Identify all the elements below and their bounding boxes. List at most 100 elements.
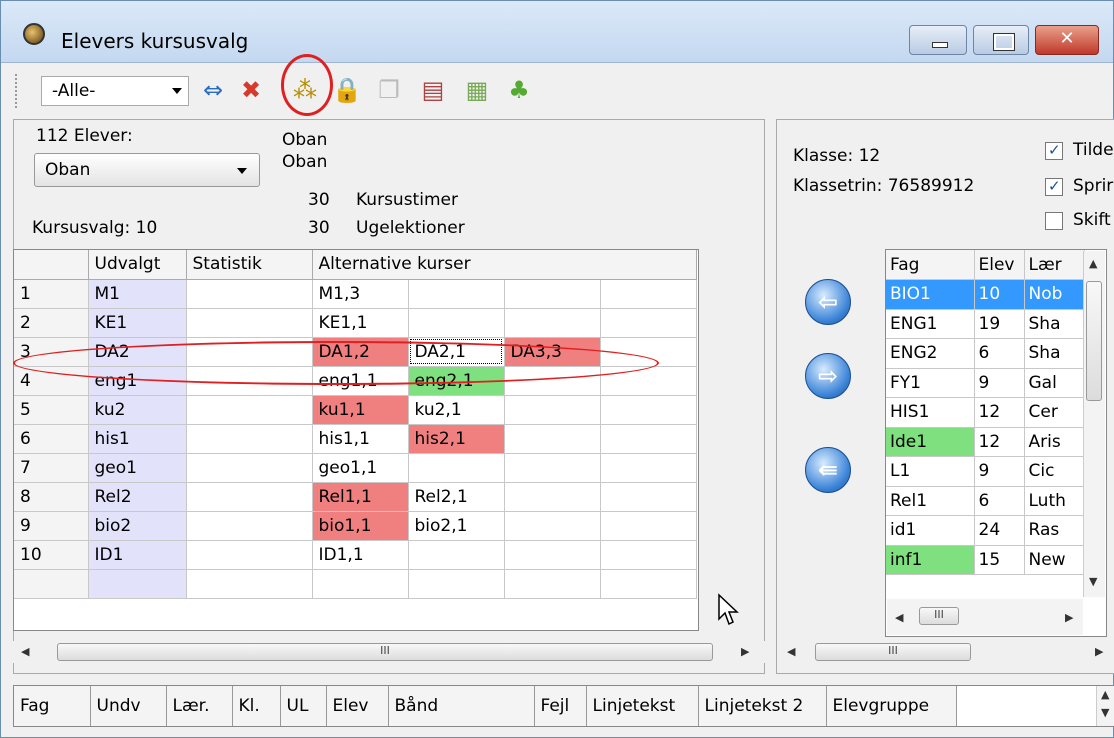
scroll-right-icon[interactable]: ▶	[1065, 611, 1073, 624]
alternative-course-cell[interactable]	[504, 424, 601, 454]
table-row[interactable]: 7 geo1 geo1,1	[14, 453, 697, 483]
subject-vertical-scrollbar[interactable]: ▲ ▼	[1083, 251, 1105, 597]
statistik-cell[interactable]	[186, 453, 313, 483]
list-item[interactable]: FY1 9 Gal	[886, 368, 1085, 398]
subject-elev-cell[interactable]: 10	[974, 279, 1025, 310]
scroll-thumb[interactable]: III	[919, 607, 959, 625]
alternative-course-cell[interactable]	[600, 424, 697, 454]
delete-icon[interactable]: ✖	[235, 74, 267, 106]
selected-course-cell[interactable]: M1	[88, 279, 187, 309]
scroll-thumb[interactable]: III	[57, 643, 713, 661]
alternative-course-cell[interactable]: ku2,1	[408, 395, 505, 425]
minimize-button[interactable]	[909, 25, 967, 55]
statistik-cell[interactable]	[186, 482, 313, 512]
selected-course-cell[interactable]: ID1	[88, 540, 187, 570]
student-select[interactable]: Oban	[34, 153, 260, 187]
checkbox-tilde[interactable]	[1045, 141, 1063, 160]
alternative-course-cell[interactable]	[600, 540, 697, 570]
list-item[interactable]: id1 24 Ras	[886, 515, 1085, 546]
subject-fag-cell[interactable]: id1	[886, 515, 975, 546]
column-header[interactable]: Statistik	[186, 250, 313, 280]
row-number[interactable]: 9	[14, 511, 89, 541]
move-left-button[interactable]: ⇦	[805, 279, 851, 325]
alternative-course-cell[interactable]: geo1,1	[312, 453, 409, 483]
table-row[interactable]: 2 KE1 KE1,1	[14, 308, 697, 338]
subject-fag-cell[interactable]: Ide1	[886, 427, 975, 457]
selected-course-cell[interactable]: bio2	[88, 511, 187, 541]
scroll-down-icon[interactable]: ▼	[1089, 575, 1097, 588]
column-header[interactable]: Bånd	[388, 686, 535, 726]
alternative-course-cell[interactable]: Rel1,1	[312, 482, 409, 512]
table-row[interactable]: 10 ID1 ID1,1	[14, 540, 697, 570]
grid-icon[interactable]: ▦	[461, 74, 493, 106]
close-button[interactable]: ✕	[1035, 25, 1099, 55]
filter-select[interactable]: -Alle-	[41, 76, 189, 106]
selected-course-cell[interactable]: ku2	[88, 395, 187, 425]
row-number[interactable]: 7	[14, 453, 89, 483]
subject-elev-cell[interactable]: 12	[974, 397, 1025, 428]
alternative-course-cell[interactable]: bio1,1	[312, 511, 409, 541]
selected-course-cell[interactable]: geo1	[88, 453, 187, 483]
maximize-button[interactable]	[973, 25, 1029, 55]
alternative-course-cell[interactable]	[408, 540, 505, 570]
subject-laer-cell[interactable]: Nob	[1024, 279, 1085, 310]
row-number[interactable]: 10	[14, 540, 89, 570]
selected-course-cell[interactable]: KE1	[88, 308, 187, 338]
alternative-course-cell[interactable]: his1,1	[312, 424, 409, 454]
alternative-course-cell[interactable]: M1,3	[312, 279, 409, 309]
list-item[interactable]: BIO1 10 Nob	[886, 279, 1085, 310]
filter-icon[interactable]: ▤	[417, 74, 449, 106]
alternative-course-cell[interactable]	[600, 569, 697, 599]
list-item[interactable]: HIS1 12 Cer	[886, 397, 1085, 428]
subject-elev-cell[interactable]: 12	[974, 427, 1025, 457]
subject-fag-cell[interactable]: L1	[886, 456, 975, 487]
column-header[interactable]: UL	[280, 686, 327, 726]
scroll-down-icon[interactable]: ▼	[1101, 706, 1109, 719]
row-number[interactable]	[14, 569, 89, 599]
column-header[interactable]	[14, 250, 89, 280]
alternative-course-cell[interactable]: Rel2,1	[408, 482, 505, 512]
alternative-course-cell[interactable]: bio2,1	[408, 511, 505, 541]
column-header[interactable]: Fag	[886, 250, 975, 280]
subject-laer-cell[interactable]: Luth	[1024, 486, 1085, 516]
checkbox-skift[interactable]	[1045, 212, 1063, 230]
subject-laer-cell[interactable]: Cic	[1024, 456, 1085, 487]
move-back-button[interactable]: ⇚	[805, 447, 851, 493]
alternative-course-cell[interactable]	[408, 308, 505, 338]
table-row[interactable]: 1 M1 M1,3	[14, 279, 697, 309]
users-icon[interactable]: ♣	[503, 74, 535, 106]
column-header[interactable]: Elev	[326, 686, 389, 726]
row-number[interactable]: 5	[14, 395, 89, 425]
alternative-course-cell[interactable]	[504, 453, 601, 483]
alternative-course-cell[interactable]	[600, 279, 697, 309]
subject-fag-cell[interactable]: ENG1	[886, 309, 975, 339]
list-item[interactable]: ENG2 6 Sha	[886, 338, 1085, 369]
alternative-course-cell[interactable]: KE1,1	[312, 308, 409, 338]
statistik-cell[interactable]	[186, 279, 313, 309]
alternative-course-cell[interactable]	[600, 482, 697, 512]
selected-course-cell[interactable]: his1	[88, 424, 187, 454]
chevron-down-icon[interactable]	[172, 88, 182, 94]
statistik-cell[interactable]	[186, 395, 313, 425]
scroll-thumb[interactable]: III	[815, 643, 971, 661]
alternative-course-cell[interactable]	[600, 511, 697, 541]
class-horizontal-scrollbar[interactable]: ◀ III ▶	[777, 641, 1113, 663]
subject-laer-cell[interactable]: Sha	[1024, 309, 1085, 339]
subject-elev-cell[interactable]: 9	[974, 456, 1025, 487]
subject-laer-cell[interactable]: Gal	[1024, 368, 1085, 398]
column-header[interactable]: Udvalgt	[88, 250, 187, 280]
subject-laer-cell[interactable]: Sha	[1024, 338, 1085, 369]
subject-fag-cell[interactable]: inf1	[886, 545, 975, 575]
statistik-cell[interactable]	[186, 424, 313, 454]
alternative-course-cell[interactable]: ID1,1	[312, 540, 409, 570]
alternative-course-cell[interactable]: ku1,1	[312, 395, 409, 425]
subject-laer-cell[interactable]: Aris	[1024, 427, 1085, 457]
subject-elev-cell[interactable]: 19	[974, 309, 1025, 339]
subject-laer-cell[interactable]: New	[1024, 545, 1085, 575]
row-number[interactable]: 2	[14, 308, 89, 338]
alternative-course-cell[interactable]	[504, 511, 601, 541]
scroll-up-icon[interactable]: ▲	[1101, 688, 1109, 701]
move-right-button[interactable]: ⇨	[805, 353, 851, 399]
subject-horizontal-scrollbar[interactable]: ◀ III ▶	[887, 599, 1083, 635]
swap-icon[interactable]: ⇔	[197, 74, 229, 106]
